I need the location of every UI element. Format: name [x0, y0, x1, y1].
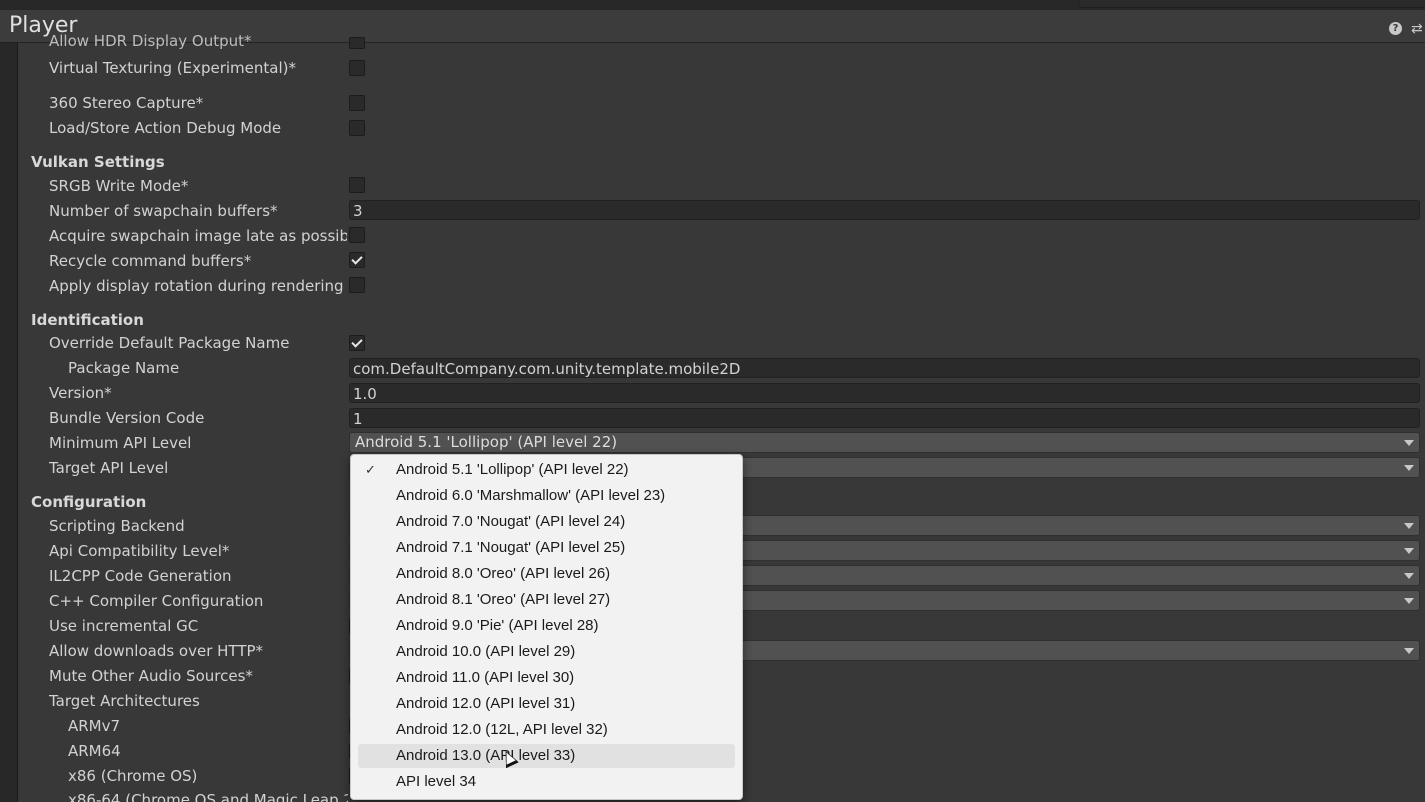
- armv7-label: ARMv7: [68, 717, 121, 735]
- menu-item-api-24[interactable]: Android 7.0 'Nougat' (API level 24): [358, 510, 735, 534]
- api-level-dropdown-menu: ✓ Android 5.1 'Lollipop' (API level 22) …: [350, 454, 743, 800]
- chevron-down-icon: [1404, 573, 1414, 579]
- left-panel-edge: [0, 43, 18, 802]
- min-api-value: Android 5.1 'Lollipop' (API level 22): [355, 433, 618, 451]
- search-field[interactable]: [1078, 0, 1425, 8]
- srgb-write-checkbox[interactable]: [349, 177, 365, 193]
- configuration-heading: Configuration: [31, 493, 147, 511]
- chevron-down-icon: [1404, 648, 1414, 654]
- target-architectures-label: Target Architectures: [49, 692, 200, 710]
- stereo-capture-label: 360 Stereo Capture*: [49, 94, 204, 112]
- allow-hdr-checkbox[interactable]: [349, 37, 365, 49]
- virtual-texturing-label: Virtual Texturing (Experimental)*: [49, 59, 296, 77]
- acquire-swapchain-label: Acquire swapchain image late as possible: [49, 227, 347, 245]
- acquire-swapchain-checkbox[interactable]: [349, 227, 365, 243]
- override-package-label: Override Default Package Name: [49, 334, 290, 352]
- bundle-version-code-field[interactable]: 1: [349, 408, 1420, 428]
- version-field[interactable]: 1.0: [349, 383, 1420, 403]
- api-compat-label: Api Compatibility Level*: [49, 542, 230, 560]
- recycle-buffers-label: Recycle command buffers*: [49, 252, 252, 270]
- identification-heading: Identification: [31, 311, 144, 329]
- menu-item-api-30[interactable]: Android 11.0 (API level 30): [358, 666, 735, 690]
- display-rotation-checkbox[interactable]: [349, 277, 365, 293]
- srgb-write-label: SRGB Write Mode*: [49, 177, 189, 195]
- menu-item-api-33[interactable]: Android 13.0 (API level 33): [358, 744, 735, 768]
- top-toolbar-strip: [0, 0, 1425, 10]
- x86-64-label: x86-64 (Chrome OS and Magic Leap 2): [68, 791, 348, 802]
- menu-item-api-29[interactable]: Android 10.0 (API level 29): [358, 640, 735, 664]
- vulkan-settings-heading: Vulkan Settings: [31, 153, 165, 171]
- package-name-field[interactable]: com.DefaultCompany.com.unity.template.mo…: [349, 358, 1420, 378]
- chevron-down-icon: [1404, 465, 1414, 471]
- chevron-down-icon: [1404, 598, 1414, 604]
- arm64-label: ARM64: [68, 742, 121, 760]
- version-label: Version*: [49, 384, 112, 402]
- virtual-texturing-checkbox[interactable]: [349, 60, 365, 76]
- menu-item-api-23[interactable]: Android 6.0 'Marshmallow' (API level 23): [358, 484, 735, 508]
- chevron-down-icon: [1404, 548, 1414, 554]
- cpp-compiler-label: C++ Compiler Configuration: [49, 592, 264, 610]
- override-package-checkbox[interactable]: [349, 335, 365, 351]
- load-store-debug-label: Load/Store Action Debug Mode: [49, 119, 282, 137]
- menu-item-api-22[interactable]: ✓ Android 5.1 'Lollipop' (API level 22): [358, 458, 735, 482]
- menu-item-api-26[interactable]: Android 8.0 'Oreo' (API level 26): [358, 562, 735, 586]
- chevron-down-icon: [1404, 523, 1414, 529]
- chevron-down-icon: [1404, 440, 1414, 446]
- min-api-dropdown[interactable]: Android 5.1 'Lollipop' (API level 22): [349, 432, 1420, 453]
- x86-label: x86 (Chrome OS): [68, 767, 198, 785]
- package-name-label: Package Name: [68, 359, 180, 377]
- help-icon[interactable]: ?: [1389, 22, 1402, 35]
- mute-audio-label: Mute Other Audio Sources*: [49, 667, 253, 685]
- stereo-capture-checkbox[interactable]: [349, 95, 365, 111]
- menu-item-api-27[interactable]: Android 8.1 'Oreo' (API level 27): [358, 588, 735, 612]
- allow-hdr-label: Allow HDR Display Output*: [49, 33, 252, 49]
- bundle-version-code-label: Bundle Version Code: [49, 409, 205, 427]
- incremental-gc-label: Use incremental GC: [49, 617, 199, 635]
- min-api-label: Minimum API Level: [49, 434, 192, 452]
- load-store-debug-checkbox[interactable]: [349, 120, 365, 136]
- swapchain-buffers-field[interactable]: 3: [349, 200, 1420, 220]
- scripting-backend-label: Scripting Backend: [49, 517, 185, 535]
- display-rotation-label: Apply display rotation during rendering: [49, 277, 344, 295]
- allow-http-label: Allow downloads over HTTP*: [49, 642, 264, 660]
- menu-item-api-34[interactable]: API level 34: [358, 770, 735, 794]
- recycle-buffers-checkbox[interactable]: [349, 252, 365, 268]
- target-api-label: Target API Level: [49, 459, 169, 477]
- il2cpp-codegen-label: IL2CPP Code Generation: [49, 567, 232, 585]
- menu-item-api-31[interactable]: Android 12.0 (API level 31): [358, 692, 735, 716]
- preset-icon[interactable]: ⇄: [1411, 21, 1423, 37]
- menu-item-api-25[interactable]: Android 7.1 'Nougat' (API level 25): [358, 536, 735, 560]
- swapchain-buffers-label: Number of swapchain buffers*: [49, 202, 278, 220]
- menu-item-api-28[interactable]: Android 9.0 'Pie' (API level 28): [358, 614, 735, 638]
- checkmark-icon: ✓: [365, 462, 376, 477]
- menu-item-api-32[interactable]: Android 12.0 (12L, API level 32): [358, 718, 735, 742]
